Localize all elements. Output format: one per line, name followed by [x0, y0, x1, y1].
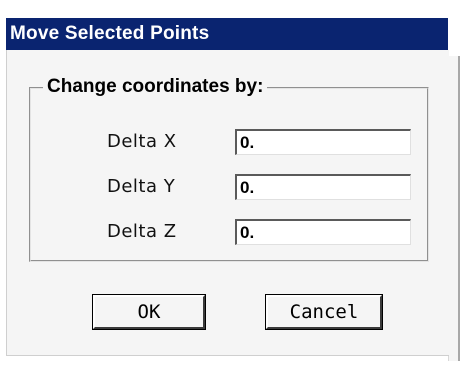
change-coordinates-group: Change coordinates by: Delta X Delta Y D… — [29, 76, 429, 262]
dialog-title: Move Selected Points — [10, 23, 210, 44]
group-legend: Change coordinates by: — [43, 76, 268, 98]
delta-z-label: Delta Z — [107, 221, 177, 242]
delta-y-input[interactable] — [235, 174, 411, 200]
delta-y-label: Delta Y — [107, 176, 176, 197]
top-strip — [0, 0, 470, 20]
window-right-edge — [448, 56, 460, 361]
delta-x-input[interactable] — [235, 129, 411, 155]
dialog-titlebar[interactable]: Move Selected Points — [6, 18, 448, 50]
delta-z-input[interactable] — [235, 219, 411, 245]
move-points-dialog: Change coordinates by: Delta X Delta Y D… — [6, 50, 449, 356]
cancel-button[interactable]: Cancel — [265, 294, 383, 330]
ok-button[interactable]: OK — [92, 294, 206, 330]
delta-x-label: Delta X — [107, 131, 177, 152]
